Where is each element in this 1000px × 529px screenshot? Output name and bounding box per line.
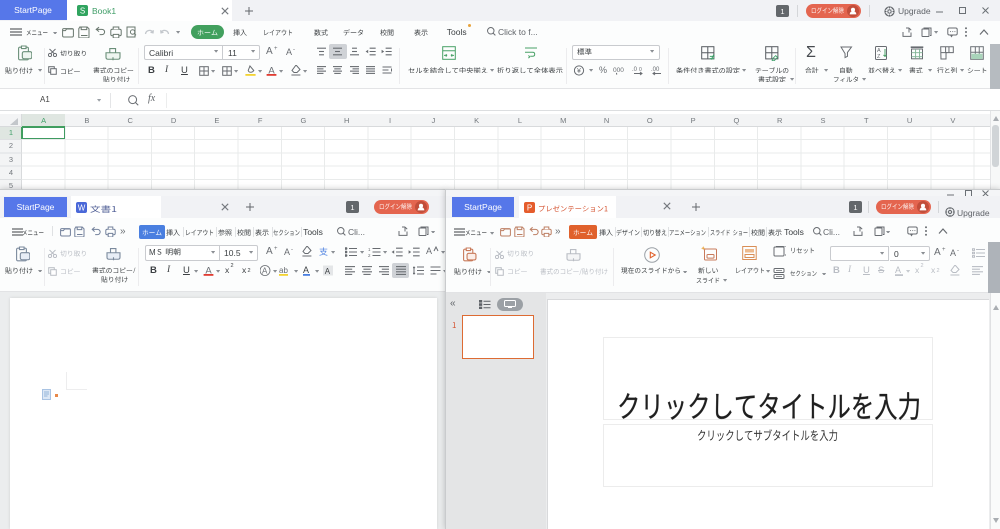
svg-text:A: A [895,265,901,275]
svg-text:1: 1 [368,247,371,252]
svg-text:W: W [78,204,86,213]
svg-text:S: S [80,7,85,16]
svg-text:¥: ¥ [577,68,581,75]
svg-text:A: A [303,265,309,275]
svg-text:2: 2 [368,253,371,257]
svg-text:000: 000 [613,67,624,74]
svg-text:A: A [325,266,331,275]
svg-text:.0: .0 [632,67,638,73]
svg-text:P: P [527,204,532,213]
svg-text:A: A [262,267,268,276]
svg-text:.00: .00 [651,67,660,73]
svg-text:ab: ab [279,266,288,275]
